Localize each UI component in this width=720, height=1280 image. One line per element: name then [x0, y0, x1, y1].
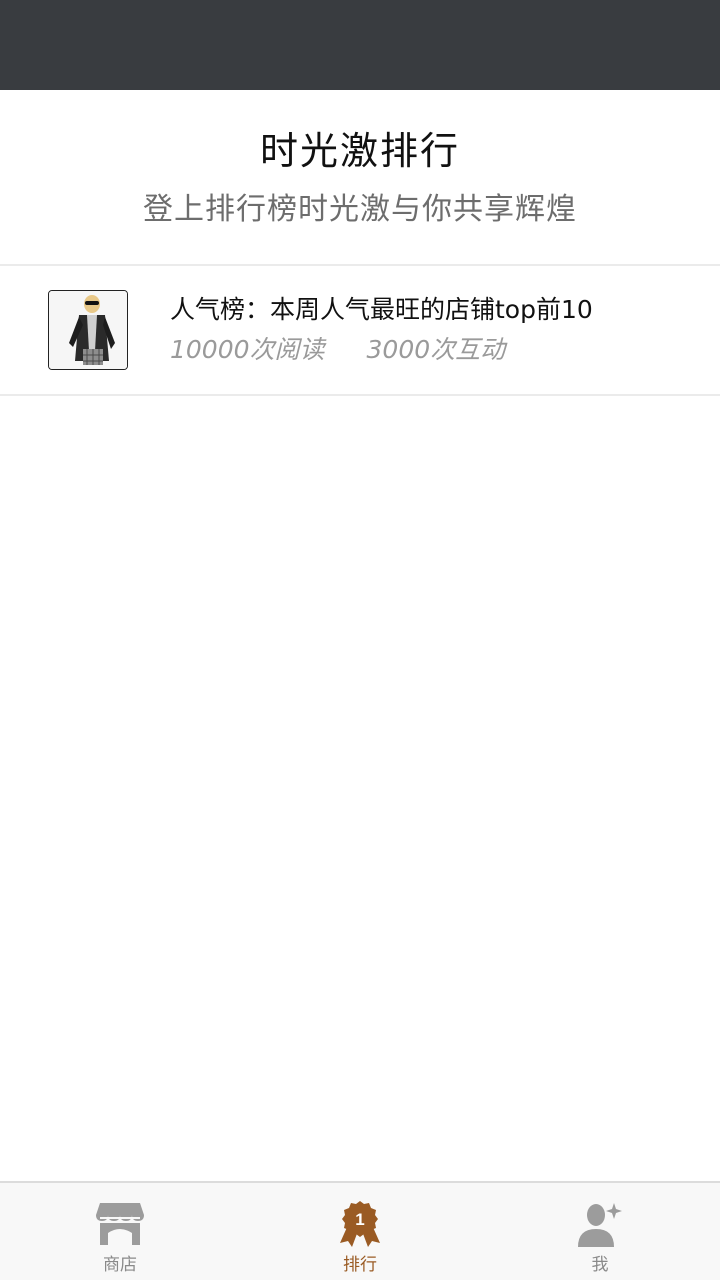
ranking-item-title: 人气榜：本周人气最旺的店铺top前10	[170, 295, 593, 324]
page-subtitle: 登上排行榜时光激与你共享辉煌	[143, 192, 577, 227]
ranking-medal-icon: 1	[340, 1201, 380, 1247]
tab-ranking[interactable]: 1 排行	[240, 1183, 480, 1280]
page-title: 时光激排行	[259, 129, 460, 173]
read-count: 10000次阅读	[170, 335, 325, 364]
ranking-list-item[interactable]: 人气榜：本周人气最旺的店铺top前10 10000次阅读 3000次互动	[0, 267, 720, 394]
store-icon	[96, 1203, 144, 1245]
tab-label-me: 我	[591, 1255, 609, 1275]
fashion-model-photo	[49, 291, 127, 369]
ranking-item-stats: 10000次阅读 3000次互动	[170, 333, 505, 367]
user-icon	[578, 1203, 622, 1247]
tab-store[interactable]: 商店	[0, 1183, 240, 1280]
interaction-count: 3000次互动	[366, 335, 506, 364]
list-divider	[0, 394, 720, 396]
ranking-thumbnail	[48, 290, 128, 370]
bottom-tab-bar: 商店 1 排行 我	[0, 1181, 720, 1280]
tab-label-store: 商店	[103, 1255, 137, 1275]
tab-me[interactable]: 我	[480, 1183, 720, 1280]
header-divider	[0, 264, 720, 266]
medal-rank-number: 1	[355, 1210, 364, 1229]
tab-label-ranking: 排行	[343, 1255, 377, 1275]
page-header: 时光激排行 登上排行榜时光激与你共享辉煌	[0, 90, 720, 265]
status-bar	[0, 0, 720, 90]
